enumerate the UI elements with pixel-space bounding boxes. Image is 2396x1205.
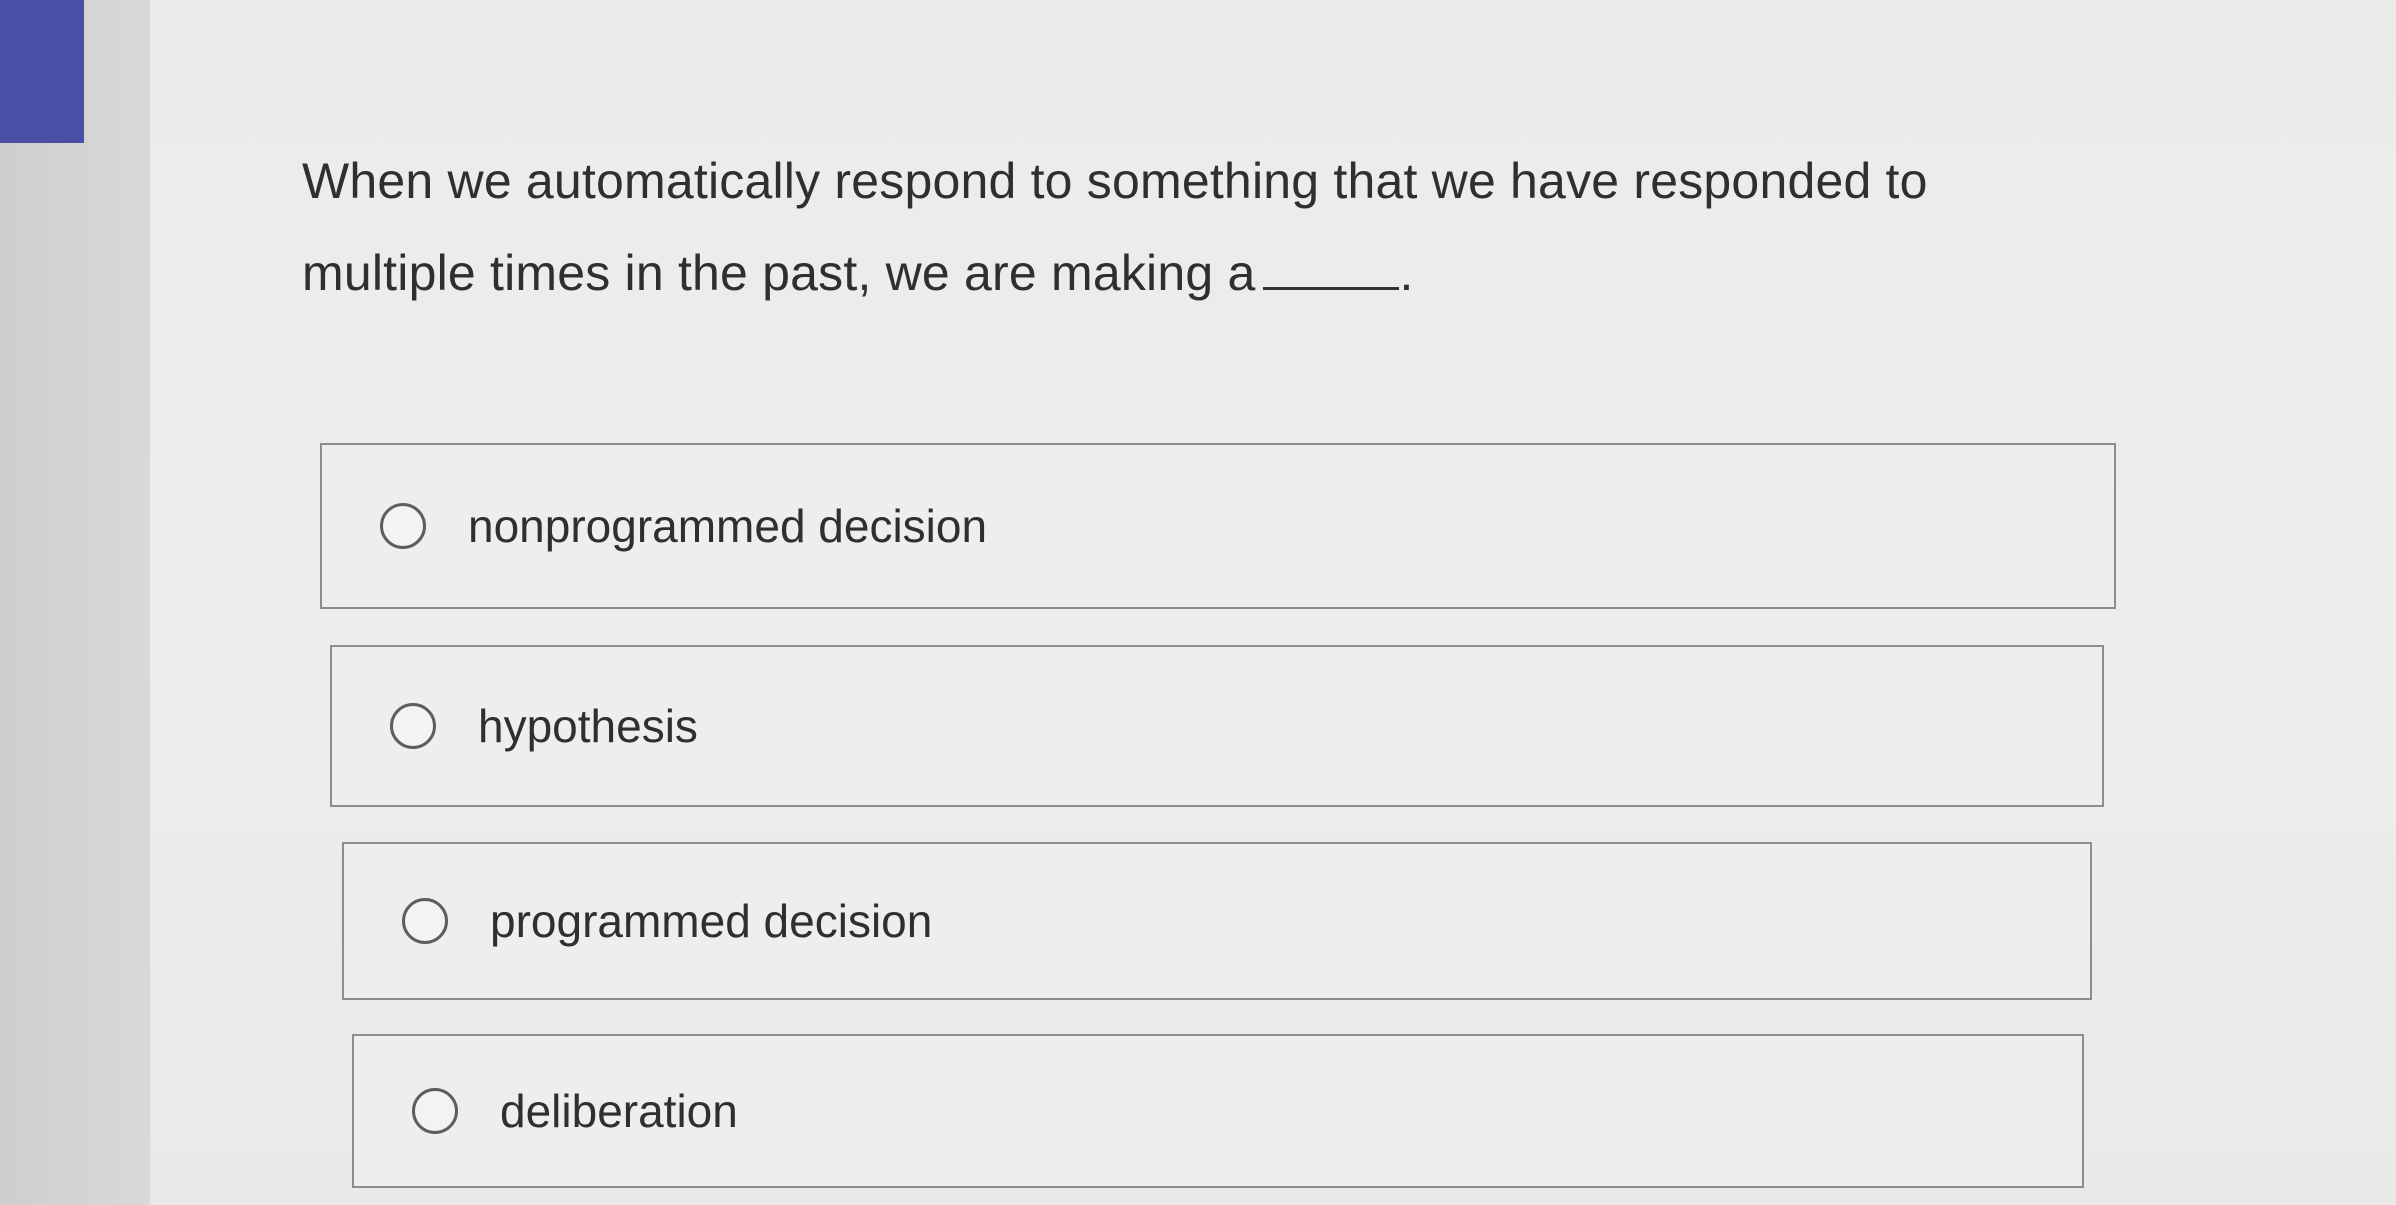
answer-option-hypothesis[interactable]: hypothesis: [330, 645, 2104, 807]
question-period: .: [1399, 245, 1414, 301]
answer-option-programmed-decision[interactable]: programmed decision: [342, 842, 2092, 1000]
accent-block: [0, 0, 84, 143]
radio-button[interactable]: [402, 898, 448, 944]
answer-option-nonprogrammed-decision[interactable]: nonprogrammed decision: [320, 443, 2116, 609]
option-label: programmed decision: [490, 895, 933, 947]
question-text: When we automatically respond to somethi…: [302, 135, 2042, 319]
answer-option-deliberation[interactable]: deliberation: [352, 1034, 2084, 1188]
question-body: When we automatically respond to somethi…: [302, 153, 1928, 301]
radio-button[interactable]: [412, 1088, 458, 1134]
option-label: nonprogrammed decision: [468, 500, 988, 552]
radio-button[interactable]: [390, 703, 436, 749]
radio-button[interactable]: [380, 503, 426, 549]
option-label: deliberation: [500, 1085, 738, 1137]
left-margin: [0, 0, 150, 1205]
option-label: hypothesis: [478, 700, 698, 752]
answer-blank: [1263, 245, 1400, 290]
